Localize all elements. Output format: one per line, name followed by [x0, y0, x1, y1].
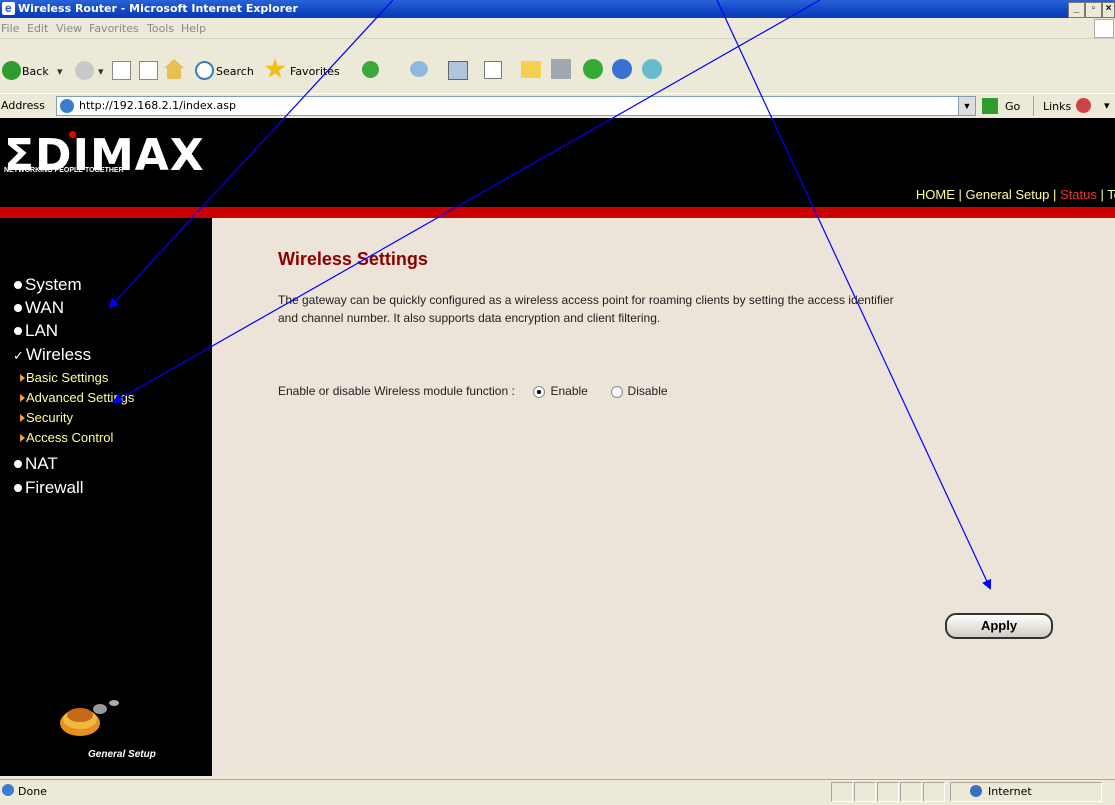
annotation-arrow-to-apply — [716, 0, 992, 590]
annotation-arrows — [108, 0, 992, 590]
annotation-arrow-to-advanced-settings — [112, 0, 821, 403]
annotation-arrow-to-wan — [108, 0, 394, 309]
